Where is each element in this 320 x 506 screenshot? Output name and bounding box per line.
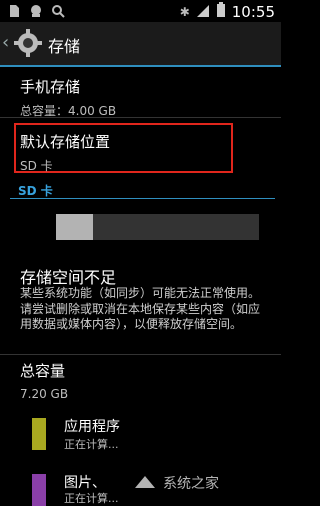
apps-color-swatch [32, 418, 46, 450]
default-storage-location-item[interactable]: 默认存储位置 SD 卡 [20, 131, 110, 174]
svg-text:系统之家: 系统之家 [163, 475, 219, 492]
site-watermark-logo: 系统之家 [125, 470, 275, 496]
bluetooth-icon: ✱ [179, 5, 190, 19]
page-title: 存储 [48, 37, 81, 56]
signal-icon [196, 3, 210, 22]
total-capacity-item: 总容量 7.20 GB [20, 360, 68, 401]
default-location-title: 默认存储位置 [20, 133, 111, 151]
low-storage-warning-title: 存储空间不足 [20, 268, 117, 287]
storage-usage-bar [56, 214, 259, 240]
status-bar: ✱ 10:55 [0, 0, 281, 22]
default-location-value: SD 卡 [20, 159, 53, 173]
usb-debug-icon [50, 3, 66, 19]
divider [0, 117, 281, 118]
pictures-category-label: 图片、 [64, 475, 106, 491]
clock: 10:55 [231, 3, 275, 21]
pictures-category-status: 正在计算... [64, 492, 119, 505]
total-capacity-label: 总容量 [20, 362, 66, 380]
battery-icon [216, 2, 226, 22]
sd-card-header: SD 卡 [18, 184, 53, 198]
action-bar: ‹ 存储 [0, 22, 281, 67]
back-icon[interactable]: ‹ [2, 32, 9, 53]
divider [0, 354, 281, 355]
internal-storage-item: 手机存储 总容量：4.00 GB [20, 76, 116, 119]
notification-icon [28, 3, 44, 19]
internal-storage-title: 手机存储 [20, 78, 81, 96]
total-capacity-value: 7.20 GB [20, 387, 69, 401]
low-storage-warning-text: 某些系统功能（如同步）可能无法正常使用。请尝试删除或取消在本地保存某些内容（如应… [20, 286, 261, 331]
sd-card-icon [6, 3, 22, 19]
storage-usage-fill [56, 214, 93, 240]
pictures-color-swatch [32, 474, 46, 506]
sd-card-header-line [10, 198, 275, 199]
apps-category-label: 应用程序 [64, 419, 120, 435]
settings-gear-icon[interactable] [12, 27, 44, 59]
apps-category-status: 正在计算... [64, 438, 119, 451]
